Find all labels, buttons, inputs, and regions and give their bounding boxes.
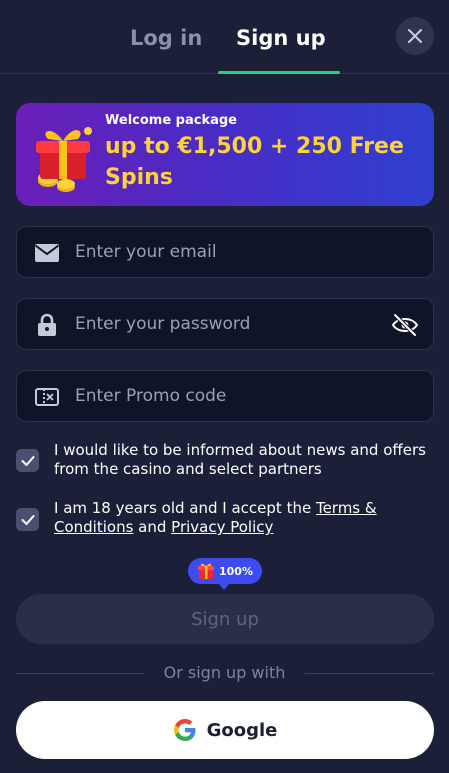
promo-code-field — [16, 370, 434, 422]
gift-icon — [198, 563, 214, 579]
banner-subtitle: Welcome package — [105, 113, 237, 128]
email-input[interactable] — [75, 227, 375, 277]
age-consent-text-middle: and — [133, 518, 172, 536]
age-consent-text-before: I am 18 years old and I accept the — [54, 499, 316, 517]
close-icon — [408, 29, 422, 43]
bonus-badge-text: 100% — [219, 564, 253, 578]
password-field — [16, 298, 434, 350]
checkmark-icon — [21, 514, 34, 525]
promo-ticket-icon — [34, 385, 60, 409]
age-consent-checkbox[interactable] — [16, 508, 39, 531]
google-icon — [173, 719, 196, 741]
news-consent-checkbox[interactable] — [16, 449, 39, 472]
close-button[interactable] — [396, 17, 434, 55]
banner-offer: up to €1,500 + 250 Free Spins — [105, 134, 404, 190]
promo-code-input[interactable] — [75, 371, 375, 421]
signup-submit-button[interactable]: Sign up — [16, 594, 434, 644]
password-input[interactable] — [75, 299, 375, 349]
active-tab-indicator — [218, 71, 340, 74]
google-signup-button[interactable]: Google — [16, 701, 434, 759]
gift-icon — [36, 127, 92, 192]
eye-slash-icon[interactable] — [391, 312, 419, 338]
envelope-icon — [34, 241, 60, 265]
email-field — [16, 226, 434, 278]
privacy-policy-link[interactable]: Privacy Policy — [171, 518, 273, 536]
tab-login[interactable]: Log in — [130, 26, 202, 50]
bonus-badge: 100% — [188, 558, 262, 590]
tab-signup[interactable]: Sign up — [236, 26, 326, 50]
checkmark-icon — [21, 455, 34, 466]
divider-line-right — [305, 673, 434, 674]
age-consent-label: I am 18 years old and I accept the Terms… — [54, 499, 434, 537]
lock-icon — [34, 313, 60, 337]
auth-tabs: Log in Sign up — [0, 0, 449, 74]
news-consent-label: I would like to be informed about news a… — [54, 441, 426, 478]
welcome-banner: Welcome package up to €1,500 + 250 Free … — [16, 103, 434, 206]
google-button-label: Google — [206, 719, 278, 741]
